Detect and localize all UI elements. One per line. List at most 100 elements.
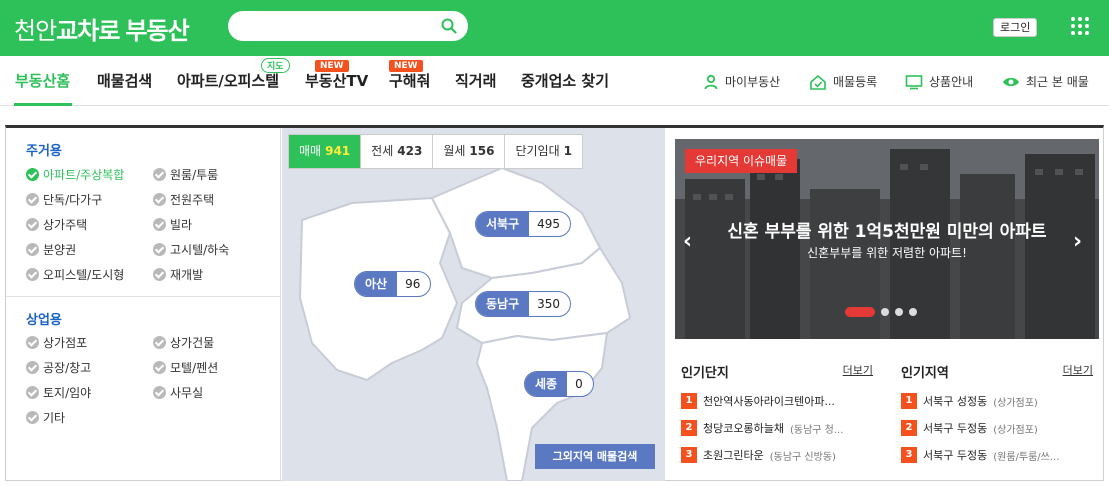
banner-subtitle: 신혼부부를 위한 저렴한 아파트!: [807, 246, 967, 260]
new-badge: NEW: [315, 60, 349, 72]
filter-label: 전원주택: [170, 193, 215, 207]
filter-building[interactable]: 상가건물: [153, 334, 214, 351]
logo-part-2: 교차로: [56, 17, 120, 45]
filter-villa[interactable]: 빌라: [153, 216, 192, 233]
filter-label: 단독/다가구: [43, 193, 103, 207]
tab-label: 매매: [299, 144, 322, 158]
banner-next-button[interactable]: ›: [1073, 229, 1082, 254]
util-recent[interactable]: 최근 본 매물: [1002, 73, 1089, 90]
filter-label: 상가점포: [43, 336, 88, 350]
check-icon: [26, 193, 39, 206]
banner-dot[interactable]: [881, 308, 889, 316]
filter-store[interactable]: 상가점포: [26, 334, 87, 351]
popular-region-list: 인기지역 더보기 1 서북구 성정동 (상가점포) 2 서북구 두정동 (상가점포) 3…: [901, 362, 1093, 463]
util-register-label: 매물등록: [833, 75, 878, 89]
check-icon: [153, 168, 166, 181]
nav-item-home[interactable]: 부동산홈: [15, 70, 70, 91]
check-icon: [26, 386, 39, 399]
issue-banner[interactable]: 우리지역 이슈매물 ‹ 신혼 부부를 위한 1억5천만원 미만의 아파트 신혼부…: [675, 139, 1099, 339]
other-region-search-button[interactable]: 그외지역 매물검색: [535, 444, 655, 469]
tab-count: 156: [469, 144, 495, 158]
popular-complex-row[interactable]: 2 청당코오롱하늘채 (동남구 청...: [681, 418, 873, 438]
filter-motel[interactable]: 모텔/펜션: [153, 359, 218, 376]
banner-tag: 우리지역 이슈매물: [685, 149, 798, 173]
util-my-realty[interactable]: 마이부동산: [703, 73, 780, 90]
banner-dot[interactable]: [845, 307, 875, 317]
filter-redevelopment[interactable]: 재개발: [153, 266, 203, 283]
row-name: 초원그린타운: [703, 449, 764, 462]
region-name: 서북구: [476, 212, 530, 236]
region-map-shapes: [299, 167, 631, 481]
tab-label: 전세: [371, 144, 394, 158]
nav-item-find[interactable]: 구해줘 NEW: [389, 60, 431, 91]
monitor-icon: [905, 74, 923, 89]
filter-detached[interactable]: 단독/다가구: [26, 191, 102, 208]
util-products[interactable]: 상품안내: [905, 73, 973, 90]
nav-item-direct[interactable]: 직거래: [455, 70, 496, 91]
tab-jeonse[interactable]: 전세 423: [361, 135, 434, 168]
filter-office[interactable]: 사무실: [153, 384, 203, 401]
check-icon: [153, 218, 166, 231]
util-register[interactable]: 매물등록: [809, 73, 877, 90]
deal-type-tabs: 매매 941 전세 423 월세 156 단기임대 1: [288, 134, 583, 169]
nav-item-apartment[interactable]: 아파트/오피스텔 지도: [177, 58, 290, 91]
house-check-icon: [810, 74, 826, 90]
search-icon[interactable]: [440, 17, 458, 35]
tab-short-term[interactable]: 단기임대 1: [505, 135, 582, 168]
filter-other[interactable]: 기타: [26, 409, 65, 426]
site-logo[interactable]: 천안교차로 부동산: [14, 11, 190, 45]
nav-item-find-label: 구해줘: [389, 72, 431, 90]
popular-region-row[interactable]: 3 서북구 두정동 (원룸/투룸/쓰...: [901, 445, 1093, 465]
row-sub: (동남구 청...: [789, 424, 844, 436]
filter-land[interactable]: 토지/임야: [26, 384, 91, 401]
popular-region-more-link[interactable]: 더보기: [1063, 362, 1093, 378]
check-icon: [153, 268, 166, 281]
row-sub: (원룸/투룸/쓰...: [993, 451, 1060, 463]
filter-label: 토지/임야: [43, 386, 92, 400]
region-count: 495: [537, 217, 561, 231]
region-pill-dongnam[interactable]: 동남구 350: [475, 291, 572, 317]
row-name: 서북구 두정동: [923, 449, 988, 462]
region-pill-seobuk[interactable]: 서북구 495: [475, 211, 572, 237]
nav-item-agency[interactable]: 중개업소 찾기: [521, 70, 609, 91]
check-icon: [26, 243, 39, 256]
popular-complex-row[interactable]: 3 초원그린타운 (동남구 신방동): [681, 445, 873, 465]
filter-label: 고시텔/하숙: [170, 243, 230, 257]
check-icon: [153, 386, 166, 399]
login-button[interactable]: 로그인: [993, 18, 1038, 37]
region-pill-sejong[interactable]: 세종 0: [524, 371, 594, 397]
filter-apartment[interactable]: 아파트/주상복합: [26, 166, 124, 183]
main-nav: 부동산홈 매물검색 아파트/오피스텔 지도 부동산TV NEW 구해줘 NEW …: [0, 56, 1109, 106]
filter-country-house[interactable]: 전원주택: [153, 191, 214, 208]
filter-shop-house[interactable]: 상가주택: [26, 216, 87, 233]
popular-region-row[interactable]: 2 서북구 두정동 (상가점포): [901, 418, 1093, 438]
filter-officetel[interactable]: 오피스텔/도시형: [26, 266, 124, 283]
check-icon: [26, 218, 39, 231]
nav-item-apartment-label: 아파트/오피스텔: [177, 72, 280, 90]
app-grid-icon[interactable]: [1070, 16, 1090, 36]
popular-region-row[interactable]: 1 서북구 성정동 (상가점포): [901, 391, 1093, 411]
tab-sale[interactable]: 매매 941: [289, 135, 362, 168]
popular-complex-more-link[interactable]: 더보기: [843, 362, 873, 378]
filter-oneroom[interactable]: 원룸/투룸: [153, 166, 218, 183]
search-input[interactable]: [228, 11, 468, 41]
popular-complex-row[interactable]: 1 천안역사동아라이크텐아파...: [681, 391, 873, 411]
filter-label: 오피스텔/도시형: [43, 268, 125, 282]
nav-item-search[interactable]: 매물검색: [97, 70, 152, 91]
filter-label: 모텔/펜션: [170, 361, 219, 375]
filter-factory[interactable]: 공장/창고: [26, 359, 91, 376]
filter-presale[interactable]: 분양권: [26, 241, 76, 258]
filter-label: 빌라: [170, 218, 193, 232]
tab-monthly[interactable]: 월세 156: [433, 135, 506, 168]
property-filters: 주거용 아파트/주상복합 원룸/투룸 단독/다가구 전원주택 상가주택 빌라 분…: [6, 128, 281, 481]
region-map: 매매 941 전세 423 월세 156 단기임대 1 서북구 495 아산 96 동남구 3…: [282, 128, 665, 481]
filter-goshitel[interactable]: 고시텔/하숙: [153, 241, 229, 258]
banner-title: 신혼 부부를 위한 1억5천만원 미만의 아파트: [727, 222, 1047, 242]
banner-dot[interactable]: [909, 308, 917, 316]
banner-dot[interactable]: [895, 308, 903, 316]
nav-item-tv[interactable]: 부동산TV NEW: [305, 60, 368, 91]
filter-label: 원룸/투룸: [170, 168, 219, 182]
check-icon: [26, 411, 39, 424]
region-pill-asan[interactable]: 아산 96: [354, 271, 432, 297]
util-recent-label: 최근 본 매물: [1026, 75, 1089, 89]
